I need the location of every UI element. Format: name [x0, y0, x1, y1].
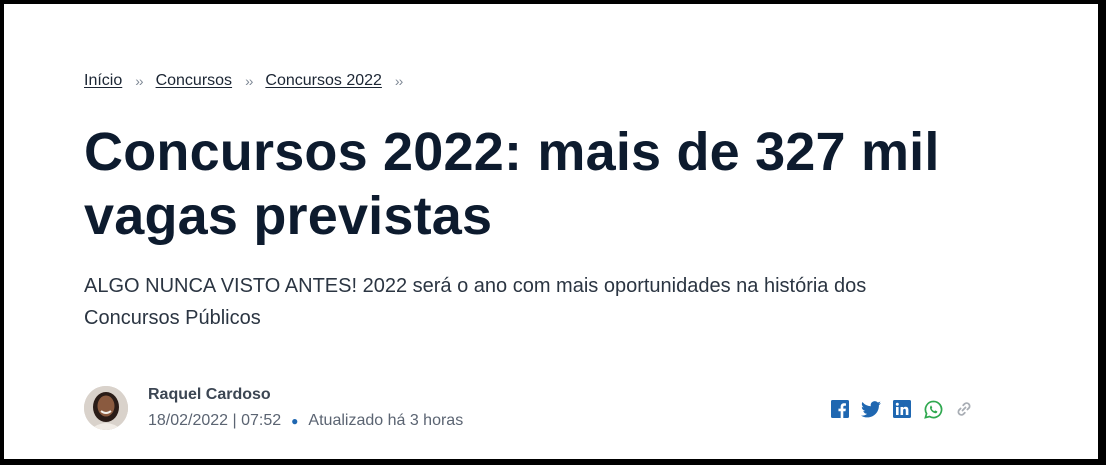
copy-link-button[interactable] — [953, 398, 975, 420]
avatar[interactable] — [84, 386, 128, 430]
meta-dot-separator: ● — [291, 414, 299, 428]
facebook-icon — [831, 400, 849, 418]
author-block: Raquel Cardoso 18/02/2022 | 07:52 ● Atua… — [84, 384, 463, 432]
author-name[interactable]: Raquel Cardoso — [148, 384, 463, 406]
avatar-portrait-icon — [84, 386, 128, 430]
whatsapp-icon — [923, 400, 942, 419]
breadcrumb: Início ›› Concursos ›› Concursos 2022 ›› — [84, 72, 415, 90]
link-icon — [957, 402, 971, 416]
article-subtitle: ALGO NUNCA VISTO ANTES! 2022 será o ano … — [84, 275, 867, 329]
breadcrumb-link-inicio[interactable]: Início — [84, 72, 122, 90]
breadcrumb-separator: ›› — [394, 73, 403, 89]
author-info: Raquel Cardoso 18/02/2022 | 07:52 ● Atua… — [148, 384, 463, 432]
whatsapp-share-button[interactable] — [922, 398, 944, 420]
breadcrumb-separator: ›› — [245, 73, 253, 89]
breadcrumb-link-concursos[interactable]: Concursos — [156, 72, 232, 90]
linkedin-share-button[interactable] — [891, 398, 913, 420]
share-bar — [829, 398, 984, 420]
twitter-icon — [861, 400, 881, 417]
twitter-share-button[interactable] — [860, 398, 882, 420]
updated-time: Atualizado há 3 horas — [308, 412, 464, 429]
breadcrumb-separator: ›› — [135, 73, 143, 89]
article-title: Concursos 2022: mais de 327 mil vagas pr… — [84, 122, 940, 246]
facebook-share-button[interactable] — [829, 398, 851, 420]
publish-date: 18/02/2022 | 07:52 — [148, 412, 282, 429]
author-meta: 18/02/2022 | 07:52 ● Atualizado há 3 hor… — [148, 410, 463, 432]
breadcrumb-link-concursos-2022[interactable]: Concursos 2022 — [265, 72, 382, 90]
page-frame: Início ›› Concursos ›› Concursos 2022 ››… — [4, 4, 1098, 459]
linkedin-icon — [893, 400, 911, 418]
